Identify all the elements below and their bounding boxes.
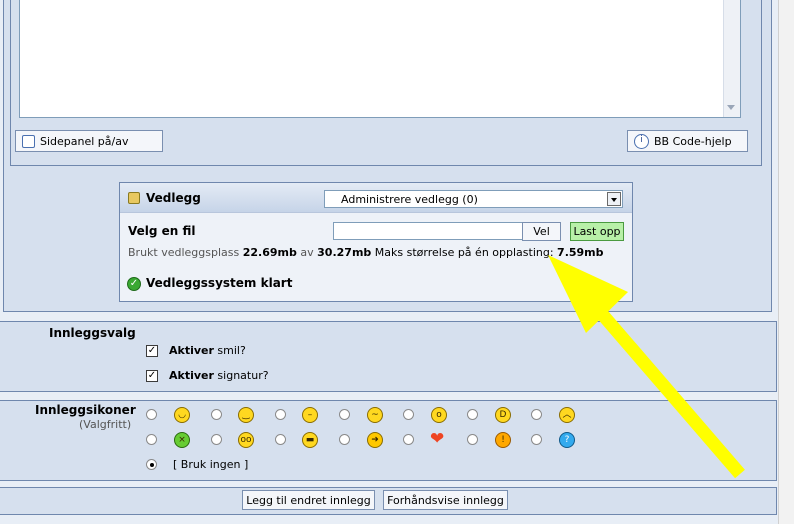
annotation-arrow <box>548 255 745 479</box>
annotation-arrow-shaft <box>597 309 745 479</box>
